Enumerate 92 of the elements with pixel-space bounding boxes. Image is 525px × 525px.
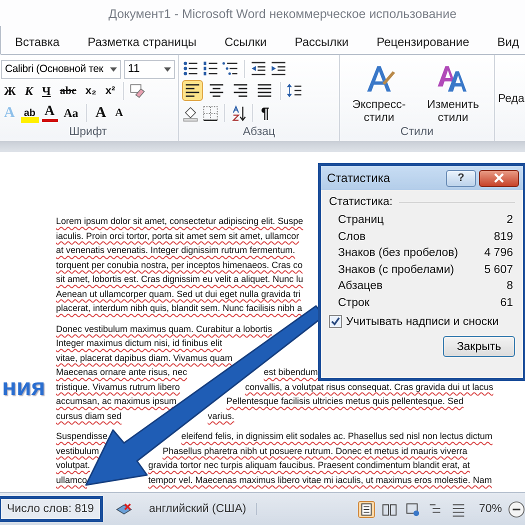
document-text: Donec vestibulum maximus quam. Curabitur a lobortis [56,322,272,336]
stat-value: 8 [506,279,513,294]
zoom-level[interactable]: 70% [478,503,502,515]
format-button[interactable]: К [22,81,36,101]
stat-label: Абзацев [338,279,383,294]
language-status[interactable]: английский (США) [138,503,258,515]
document-text: sit amet, lobortis est. Cras dignissim eu velit a aliquet. Nunc lu [56,273,304,286]
document-text: Phasellus pharetra nibh ut posuere rutrum. Donec et metus id mauris viverra [162,444,468,458]
numbered-list-icon[interactable] [202,60,219,77]
styles-button[interactable]: Экспресс-стили [343,59,415,125]
document-text: at venenatis venenatis. Integer dignissim rutrum fermentum. [56,244,296,257]
grow-font-button[interactable]: A [92,103,110,123]
document-text: Aenean ut ullamcorper quam. Sed ut dui eget nulla gravida tri [56,288,301,301]
document-text: eleifend felis, in dignissim elit sodales ac. Phasellus sed nisl non lectus dictum [181,430,492,443]
editing-button[interactable]: Реда [498,93,524,105]
document-text: ullamco [56,474,88,486]
format-button[interactable]: abc [56,81,80,101]
change-case-button[interactable]: Aa [60,103,82,123]
ribbon-tab[interactable]: Рассылки [280,30,363,54]
format-button[interactable]: Ч [39,81,54,101]
dialog-title: Статистика [327,171,390,185]
document-text: Maecenas ornare ante risus, nec [56,366,188,379]
stat-value: 61 [500,296,513,310]
stat-label: Строк [338,296,370,310]
sort-icon[interactable] [230,104,247,122]
document-text: Integer maximus dictum nisi, id finibus elit [56,337,222,350]
document-text: Lorem ipsum dolor sit amet, consectetur adipiscing elit. Suspe [56,215,304,228]
styles-button[interactable]: Изменить стили [417,59,489,125]
document-text: varius. [208,410,234,422]
document-text: cursus diam sed [56,410,122,422]
document-text: iaculis. Proin orci tortor, porta sit amet sem sit amet, ullamcor [56,230,300,243]
format-button[interactable]: x² [102,81,118,101]
ribbon-tab[interactable]: Вид [483,30,525,54]
document-text: Suspendisse [56,430,108,443]
shrink-font-button[interactable]: A [112,103,126,123]
line-spacing-icon[interactable] [286,82,303,99]
align-button[interactable] [182,80,203,101]
zoom-out-icon[interactable] [508,500,525,518]
stat-label: Знаков (без пробелов) [338,246,458,260]
group-label: Шрифт [68,126,108,138]
close-dialog-button[interactable]: Закрыть [443,336,515,357]
multilevel-list-icon[interactable] [222,60,239,77]
view-mode-icon[interactable] [358,500,375,518]
close-icon [493,173,505,183]
document-text: est bibendum [264,366,318,379]
document-text: convallis, a volutpat risus consequat. Cras gravida dui ut lacus [245,380,494,394]
decrease-indent-icon[interactable] [250,60,267,77]
document-text: tempor vel. Maecenas maximus libero vitae mi iaculis, ut maximus eros molestie. Nam [148,474,492,487]
increase-indent-icon[interactable] [270,60,287,77]
side-heading: ния [2,374,46,402]
stat-value: 4 796 [484,246,513,260]
document-text: placerat, interdum nibh quis, blandit sem. Nunc facilisis nibh a [56,302,302,315]
document-text: volutpat. [56,459,90,472]
document-text: accumsan, ac maximus ipsum [56,395,177,408]
group-label: Абзац [242,126,276,138]
ribbon-tab[interactable]: Вставка [1,30,74,54]
document-text: tristique. Vivamus rutrum libero [56,380,180,394]
show-marks-button[interactable]: ¶ [258,103,272,123]
word-count-status[interactable]: Число слов: 819 [0,496,103,522]
ribbon-tab[interactable]: Ссылки [210,30,281,54]
ribbon-tab[interactable]: Разметка страницы [74,30,210,54]
stat-value: 2 [506,213,513,228]
document-text: vestibulum [56,444,100,458]
font-size-field[interactable]: 11 [124,60,175,78]
stat-value: 819 [494,230,513,244]
section-title: Статистика: [329,196,393,208]
paint-bucket-icon[interactable] [182,104,199,122]
view-mode-icon[interactable] [404,500,421,518]
group-label: Стили [399,126,435,138]
ribbon-tab[interactable]: Рецензирование [362,30,484,54]
font-name-field[interactable]: Calibri (Основной тек [1,60,121,78]
document-text: gravida tortor nec turpis aliquam faucibus. Praesent condimentum blandit erat, at [148,459,470,472]
stat-label: Слов [338,230,366,244]
window-title: Документ1 - Microsoft Word некоммерческое использование [107,7,457,21]
format-button[interactable]: Ж [1,81,19,101]
font-color-button[interactable]: A [42,104,58,122]
eraser-icon[interactable] [129,82,146,100]
dropdown-arrow-icon[interactable] [110,66,117,72]
bullet-list-icon[interactable] [182,60,199,77]
document-text: Pellentesque facilisis ultricies metus quis pellentesque. Sed [226,395,464,408]
help-button[interactable]: ? [446,170,476,186]
checkbox[interactable] [329,315,342,328]
dropdown-arrow-icon[interactable] [164,66,171,72]
stat-label: Знаков (с пробелами) [338,262,454,277]
close-button[interactable] [479,170,519,186]
stat-label: Страниц [338,213,384,228]
document-text: torquent per conubia nostra, per inceptos himenaeos. Cras co [56,258,303,272]
format-button[interactable]: x₂ [82,81,100,101]
checkbox-label: Учитывать надписи и сноски [346,316,499,328]
stat-value: 5 607 [484,262,513,277]
borders-icon[interactable] [202,104,219,122]
document-text: vitae, placerat dapibus diam. Vivamus quam [56,352,232,365]
